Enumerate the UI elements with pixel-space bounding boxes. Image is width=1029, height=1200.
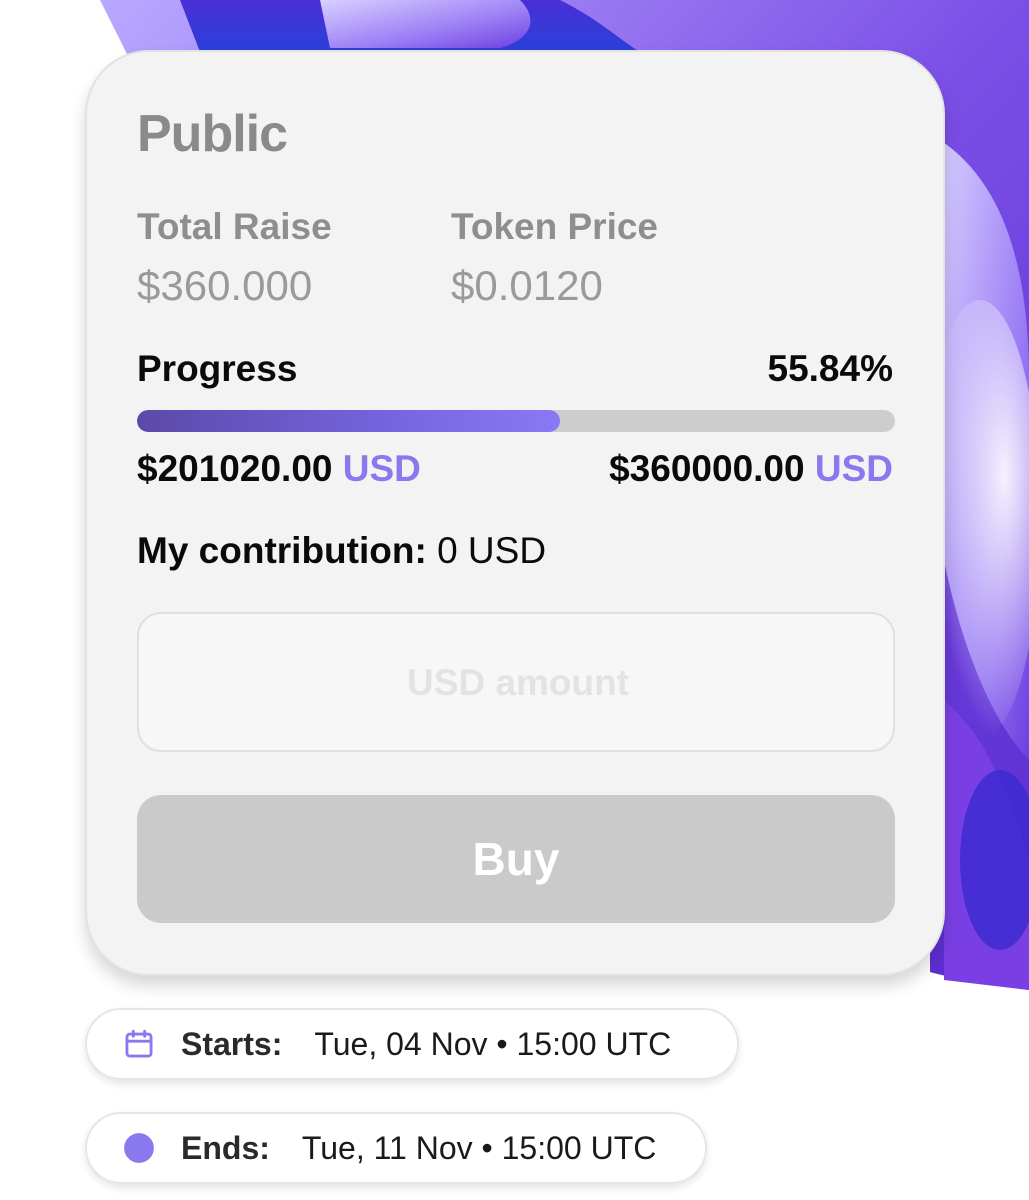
page: Public Total Raise $360.000 Token Price … <box>0 0 1029 1200</box>
progress-label: Progress <box>137 348 298 389</box>
target-amount-currency: USD <box>814 448 893 489</box>
end-value: Tue, 11 Nov • 15:00 UTC <box>301 1129 657 1166</box>
end-date-pill: Ends: Tue, 11 Nov • 15:00 UTC <box>85 1112 707 1184</box>
my-contribution: My contribution: 0 USD <box>137 530 546 572</box>
start-date-pill: Starts: Tue, 04 Nov • 15:00 UTC <box>85 1008 739 1080</box>
target-amount: $360000.00 USD <box>609 448 893 490</box>
raised-amount-currency: USD <box>342 448 421 489</box>
start-value: Tue, 04 Nov • 15:00 UTC <box>314 1025 672 1062</box>
progress-bar-fill <box>137 410 561 432</box>
sale-title: Public <box>137 105 288 163</box>
total-raise-label: Total Raise <box>137 206 332 247</box>
target-amount-value: $360000.00 <box>609 448 805 489</box>
end-label: Ends: <box>181 1129 270 1166</box>
progress-bar <box>137 410 895 432</box>
sale-card: Public Total Raise $360.000 Token Price … <box>85 50 945 976</box>
raised-amount-value: $201020.00 <box>137 448 333 489</box>
total-raise-value: $360.000 <box>137 262 313 309</box>
status-dot-icon <box>121 1130 157 1166</box>
my-contribution-label: My contribution: <box>137 530 427 571</box>
usd-amount-input[interactable] <box>139 614 897 752</box>
buy-button[interactable]: Buy <box>137 795 895 923</box>
progress-percent: 55.84% <box>767 348 894 389</box>
token-price-value: $0.0120 <box>451 262 603 309</box>
calendar-icon <box>121 1026 157 1062</box>
start-label: Starts: <box>181 1025 283 1062</box>
raised-amount: $201020.00 USD <box>137 448 421 490</box>
token-price-label: Token Price <box>451 206 659 247</box>
usd-amount-field[interactable] <box>137 612 897 752</box>
my-contribution-value: 0 USD <box>437 530 547 571</box>
